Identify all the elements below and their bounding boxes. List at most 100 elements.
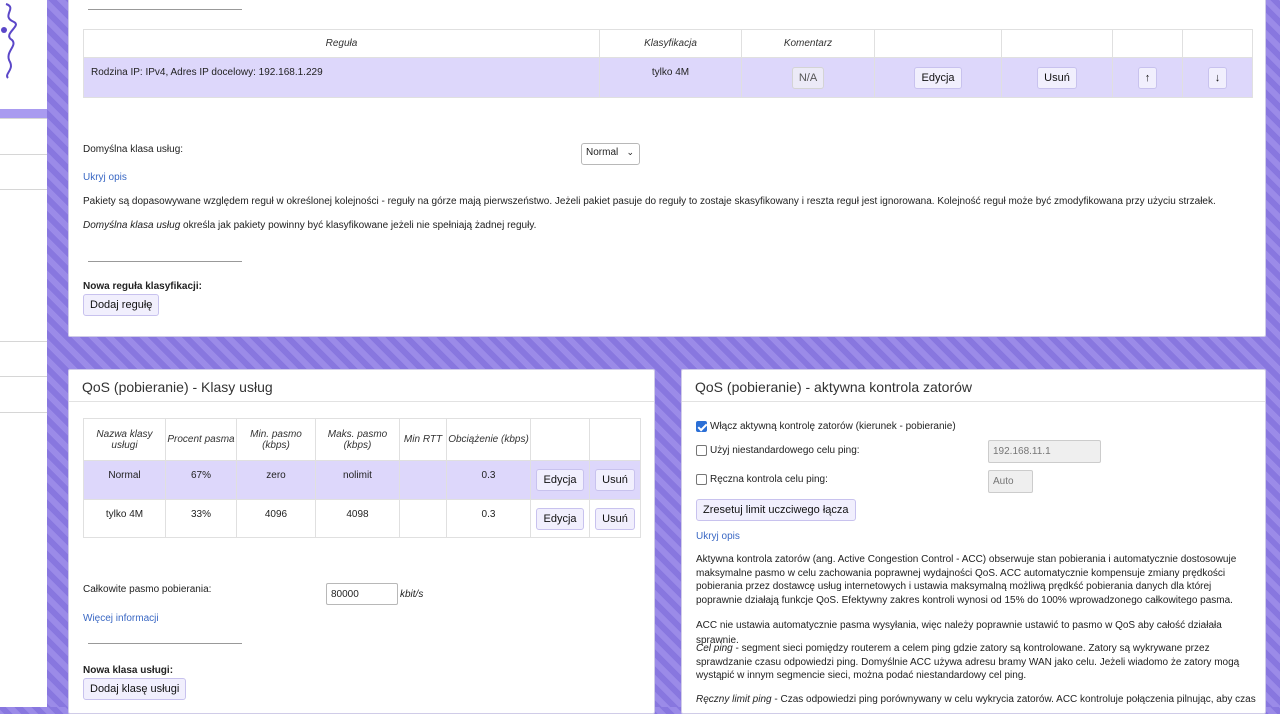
col-header-name: Nazwa klasy usługi	[83, 418, 166, 461]
panel-title: QoS (pobieranie) - aktywna kontrola zato…	[695, 379, 973, 395]
edit-cell: Edycja	[530, 460, 590, 500]
sidebar-divider	[0, 376, 47, 377]
table-row: Normal 67% zero nolimit 0.3 Edycja Usuń	[83, 460, 641, 500]
new-rule-label: Nowa reguła klasyfikacji:	[83, 281, 202, 292]
col-header-rtt: Min RTT	[399, 418, 447, 461]
enable-acc-label: Włącz aktywną kontrolę zatorów (kierunek…	[710, 421, 956, 432]
col-header-delete	[1001, 29, 1113, 58]
ping-target-description-text: - segment sieci pomiędzy routerem a cele…	[696, 643, 1240, 681]
rule-cell: Rodzina IP: IPv4, Adres IP docelowy: 192…	[83, 57, 600, 98]
delete-class-button[interactable]: Usuń	[595, 507, 635, 530]
hide-description-link[interactable]: Ukryj opis	[83, 172, 127, 183]
classes-table: Nazwa klasy usługi Procent pasma Min. pa…	[83, 418, 641, 538]
divider	[88, 9, 242, 10]
sidebar	[0, 0, 47, 707]
rules-table: Reguła Klasyfikacja Komentarz Rodzina IP…	[83, 29, 1253, 98]
delete-class-button[interactable]: Usuń	[595, 469, 635, 491]
col-header-edit	[874, 29, 1002, 58]
rtt-cell	[399, 499, 447, 538]
new-class-label: Nowa klasa usługi:	[83, 665, 174, 676]
total-bandwidth-input[interactable]	[326, 583, 398, 605]
max-cell: 4098	[315, 499, 400, 538]
enable-acc-checkbox[interactable]	[696, 421, 707, 432]
rules-description: Pakiety są dopasowywane względem reguł w…	[83, 196, 1216, 207]
manual-ping-checkbox[interactable]	[696, 474, 707, 485]
table-row: tylko 4M 33% 4096 4098 0.3 Edycja Usuń	[83, 499, 641, 538]
default-class-label: Domyślna klasa usług:	[83, 144, 184, 155]
edit-cell: Edycja	[874, 57, 1002, 98]
percent-cell: 67%	[165, 460, 237, 500]
col-header-comment: Komentarz	[741, 29, 875, 58]
col-header-class: Klasyfikacja	[599, 29, 742, 58]
comment-cell: N/A	[741, 57, 875, 98]
divider	[88, 261, 242, 262]
move-down-button[interactable]: ↓	[1207, 66, 1228, 89]
manual-ping-label: Ręczna kontrola celu ping:	[710, 474, 828, 485]
total-bandwidth-label: Całkowite pasmo pobierania:	[83, 584, 212, 595]
more-info-link[interactable]: Więcej informacji	[83, 613, 159, 624]
reset-fair-link-limit-button[interactable]: Zresetuj limit uczciwego łącza	[696, 499, 856, 521]
sidebar-divider	[0, 412, 47, 413]
sidebar-active-band	[0, 109, 47, 118]
min-cell: zero	[236, 460, 316, 500]
min-cell: 4096	[236, 499, 316, 538]
ping-target-description: Cel ping - segment sieci pomiędzy router…	[696, 642, 1256, 683]
edit-cell: Edycja	[530, 499, 590, 538]
download-acc-panel: QoS (pobieranie) - aktywna kontrola zato…	[681, 369, 1266, 714]
delete-rule-button[interactable]: Usuń	[1037, 66, 1077, 89]
col-header-up	[1112, 29, 1183, 58]
custom-ping-checkbox[interactable]	[696, 445, 707, 456]
col-header-down	[1182, 29, 1253, 58]
download-classes-panel: QoS (pobieranie) - Klasy usług Nazwa kla…	[68, 369, 655, 714]
total-bandwidth-unit: kbit/s	[400, 589, 424, 600]
rtt-cell	[399, 460, 447, 500]
col-header-rule: Reguła	[83, 29, 600, 58]
name-cell: tylko 4M	[83, 499, 166, 538]
acc-description: Aktywna kontrola zatorów (ang. Active Co…	[696, 554, 1237, 606]
edit-class-button[interactable]: Edycja	[536, 469, 584, 491]
col-header-percent: Procent pasma	[165, 418, 237, 461]
add-rule-button[interactable]: Dodaj regułę	[83, 294, 160, 316]
ping-target-term: Cel ping	[696, 643, 733, 654]
default-class-select[interactable]: Normal ⌄	[581, 143, 640, 165]
default-class-value: Normal	[586, 147, 619, 158]
hide-description-link[interactable]: Ukryj opis	[696, 531, 740, 542]
sidebar-divider	[0, 118, 47, 119]
class-cell: tylko 4M	[599, 57, 742, 98]
default-class-description-text: określa jak pakiety powinny być klasyfik…	[180, 220, 537, 231]
manual-ping-input[interactable]	[988, 470, 1033, 493]
sidebar-divider	[0, 341, 47, 342]
custom-ping-label: Użyj niestandardowego celu ping:	[710, 445, 860, 456]
delete-cell: Usuń	[589, 499, 641, 538]
classification-rules-panel: Reguła Klasyfikacja Komentarz Rodzina IP…	[68, 0, 1266, 337]
move-up-button[interactable]: ↑	[1137, 66, 1158, 89]
col-header-delete	[589, 418, 641, 461]
down-cell: ↓	[1182, 57, 1253, 98]
percent-cell: 33%	[165, 499, 237, 538]
sidebar-divider	[0, 154, 47, 155]
col-header-max: Maks. pasmo (kbps)	[315, 418, 400, 461]
default-class-term: Domyślna klasa usług	[83, 220, 181, 231]
load-cell: 0.3	[446, 460, 531, 500]
max-cell: nolimit	[315, 460, 400, 500]
sidebar-divider	[0, 189, 47, 190]
col-header-min: Min. pasmo (kbps)	[236, 418, 316, 461]
up-cell: ↑	[1112, 57, 1183, 98]
add-class-button[interactable]: Dodaj klasę usługi	[83, 678, 187, 700]
load-cell: 0.3	[446, 499, 531, 538]
custom-ping-input[interactable]	[988, 440, 1101, 463]
col-header-load: Obciążenie (kbps)	[446, 418, 531, 461]
edit-rule-button[interactable]: Edycja	[914, 66, 962, 89]
name-cell: Normal	[83, 460, 166, 500]
default-class-description: Domyślna klasa usług określa jak pakiety…	[83, 218, 1253, 233]
table-row: Rodzina IP: IPv4, Adres IP docelowy: 192…	[83, 57, 1253, 98]
logo-icon	[1, 3, 17, 79]
manual-ping-term: Ręczny limit ping	[696, 694, 772, 705]
delete-cell: Usuń	[589, 460, 641, 500]
divider	[88, 643, 242, 644]
manual-ping-description: Ręczny limit ping - Czas odpowiedzi ping…	[696, 693, 1256, 707]
comment-na-badge: N/A	[791, 66, 825, 89]
delete-cell: Usuń	[1001, 57, 1113, 98]
chevron-down-icon: ⌄	[626, 147, 634, 157]
edit-class-button[interactable]: Edycja	[536, 507, 584, 530]
